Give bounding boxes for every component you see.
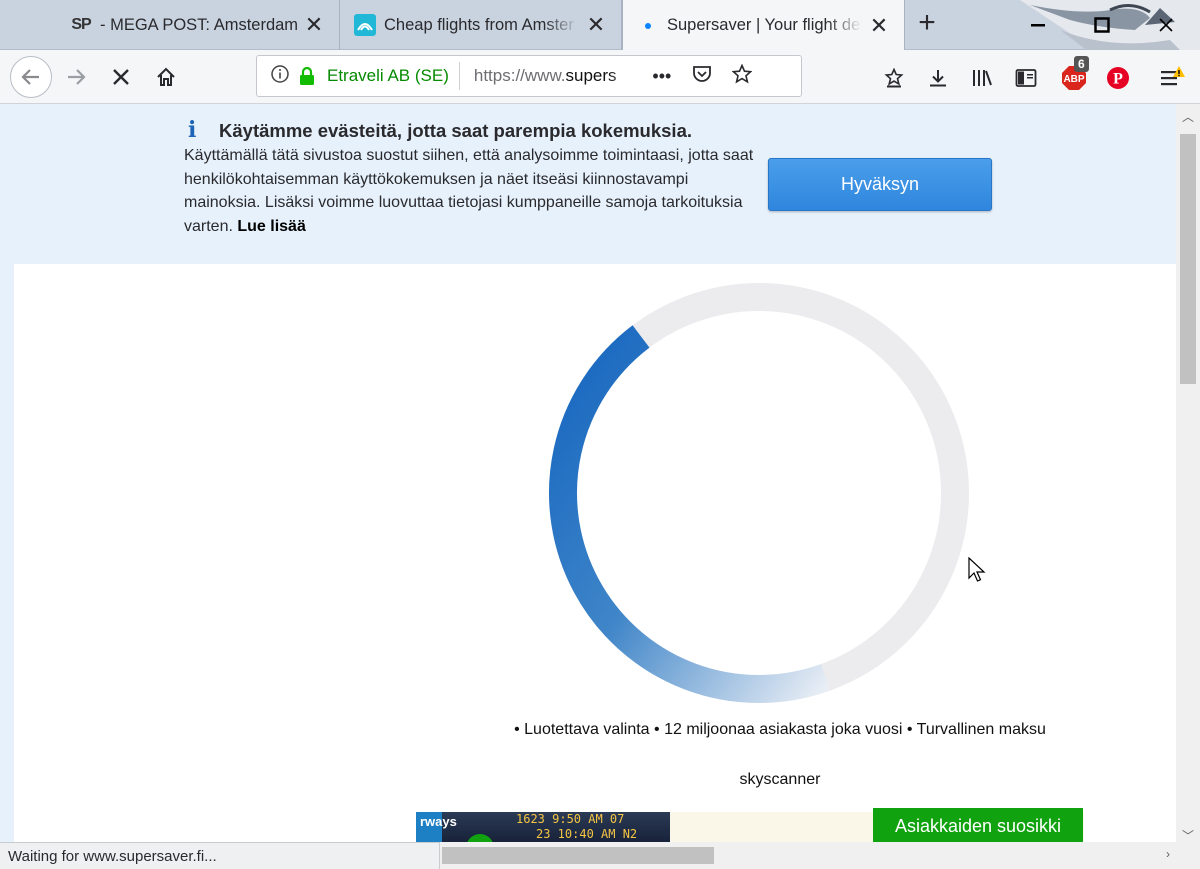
customer-favorite-badge: Asiakkaiden suosikki — [873, 808, 1083, 842]
close-icon[interactable]: ✕ — [303, 12, 325, 38]
arrow-left-icon — [21, 69, 39, 85]
pinterest-icon[interactable]: P — [1102, 62, 1134, 94]
info-icon: i — [188, 117, 197, 143]
scroll-right-icon[interactable]: › — [1166, 847, 1170, 861]
loading-icon — [637, 15, 659, 37]
download-icon[interactable] — [922, 62, 954, 94]
stop-button[interactable] — [103, 60, 139, 94]
info-icon[interactable] — [267, 64, 293, 88]
bookmark-star-icon[interactable] — [722, 63, 762, 89]
skyscanner-icon — [354, 14, 376, 36]
minimize-icon[interactable] — [1018, 10, 1058, 40]
bookmarks-star-icon[interactable] — [878, 62, 910, 94]
home-icon — [157, 67, 175, 86]
svg-text:ABP: ABP — [1063, 74, 1084, 85]
pocket-icon[interactable] — [682, 65, 722, 88]
tab-mega-post[interactable]: SP - MEGA POST: Amsterdam ✕ — [56, 0, 340, 50]
nav-bar: Etraveli AB (SE) https://www.supers ••• … — [0, 50, 1200, 104]
scroll-thumb[interactable] — [442, 847, 714, 864]
sidebar-icon[interactable] — [1010, 62, 1042, 94]
spinner-progress-arc — [549, 325, 831, 703]
url-bar[interactable]: Etraveli AB (SE) https://www.supers ••• — [256, 55, 802, 97]
cookie-title: Käytämme evästeitä, jotta saat parempia … — [219, 120, 693, 141]
read-more-link[interactable]: Lue lisää — [237, 218, 305, 235]
page-actions-icon[interactable]: ••• — [642, 66, 682, 87]
tab-title: Supersaver | Your flight det — [667, 16, 862, 34]
url-separator — [458, 62, 460, 90]
close-icon[interactable]: ✕ — [868, 13, 890, 39]
horizontal-scrollbar[interactable]: › — [440, 842, 1176, 869]
tab-title: Cheap flights from Amster — [384, 15, 574, 34]
departure-board-image: rways 1623 9:50 AM 07 23 10:40 AM N2 — [416, 812, 670, 842]
tab-strip: SP - MEGA POST: Amsterdam ✕ Cheap flight… — [0, 0, 1200, 110]
trust-taglines: • Luotettava valinta • 12 miljoonaa asia… — [514, 721, 1046, 738]
accept-cookies-button[interactable]: Hyväksyn — [768, 158, 992, 211]
scroll-thumb[interactable] — [1180, 134, 1196, 384]
tab-title: - MEGA POST: Amsterdam — [100, 15, 297, 34]
close-window-icon[interactable] — [1146, 10, 1186, 40]
status-bar: Waiting for www.supersaver.fi... — [0, 842, 440, 869]
cookie-text: Käyttämällä tätä sivustoa suostut siihen… — [184, 147, 754, 235]
scroll-up-icon[interactable]: ︿ — [1176, 108, 1200, 125]
menu-icon[interactable] — [1156, 62, 1188, 94]
site-identity[interactable]: Etraveli AB (SE) — [327, 66, 449, 86]
tab-skyscanner[interactable]: Cheap flights from Amster ✕ — [340, 0, 622, 50]
page-content: i Käytämme evästeitä, jotta saat parempi… — [0, 104, 1176, 842]
loading-spinner — [549, 283, 969, 703]
board-row: 23 10:40 AM N2 — [536, 827, 638, 841]
back-button[interactable] — [10, 56, 52, 98]
lock-icon[interactable] — [299, 67, 319, 85]
sp-favicon-icon: SP — [71, 16, 91, 33]
arrow-right-icon — [68, 69, 86, 85]
scrollbar-corner — [1176, 842, 1200, 869]
home-button[interactable] — [148, 60, 184, 94]
mouse-cursor-icon — [968, 557, 986, 582]
tab-supersaver[interactable]: Supersaver | Your flight det ✕ — [622, 0, 905, 51]
board-row: 1623 9:50 AM 07 — [516, 812, 625, 826]
adblock-icon[interactable]: ABP 6 — [1058, 56, 1090, 94]
library-icon[interactable] — [966, 62, 998, 94]
vertical-scrollbar[interactable]: ︿ ﹀ — [1176, 104, 1200, 846]
airline-logo: rways — [416, 812, 457, 842]
forward-button[interactable] — [58, 60, 94, 94]
close-icon[interactable]: ✕ — [585, 12, 607, 38]
new-tab-icon[interactable]: + — [912, 8, 942, 38]
stop-icon — [113, 69, 129, 85]
cookie-banner: i Käytämme evästeitä, jotta saat parempi… — [14, 104, 1176, 264]
maximize-icon[interactable] — [1082, 10, 1122, 40]
svg-text:P: P — [1113, 71, 1123, 88]
partner-label: skyscanner — [739, 771, 821, 788]
url-text[interactable]: https://www.supers — [474, 66, 642, 86]
adblock-count-badge: 6 — [1074, 56, 1089, 72]
